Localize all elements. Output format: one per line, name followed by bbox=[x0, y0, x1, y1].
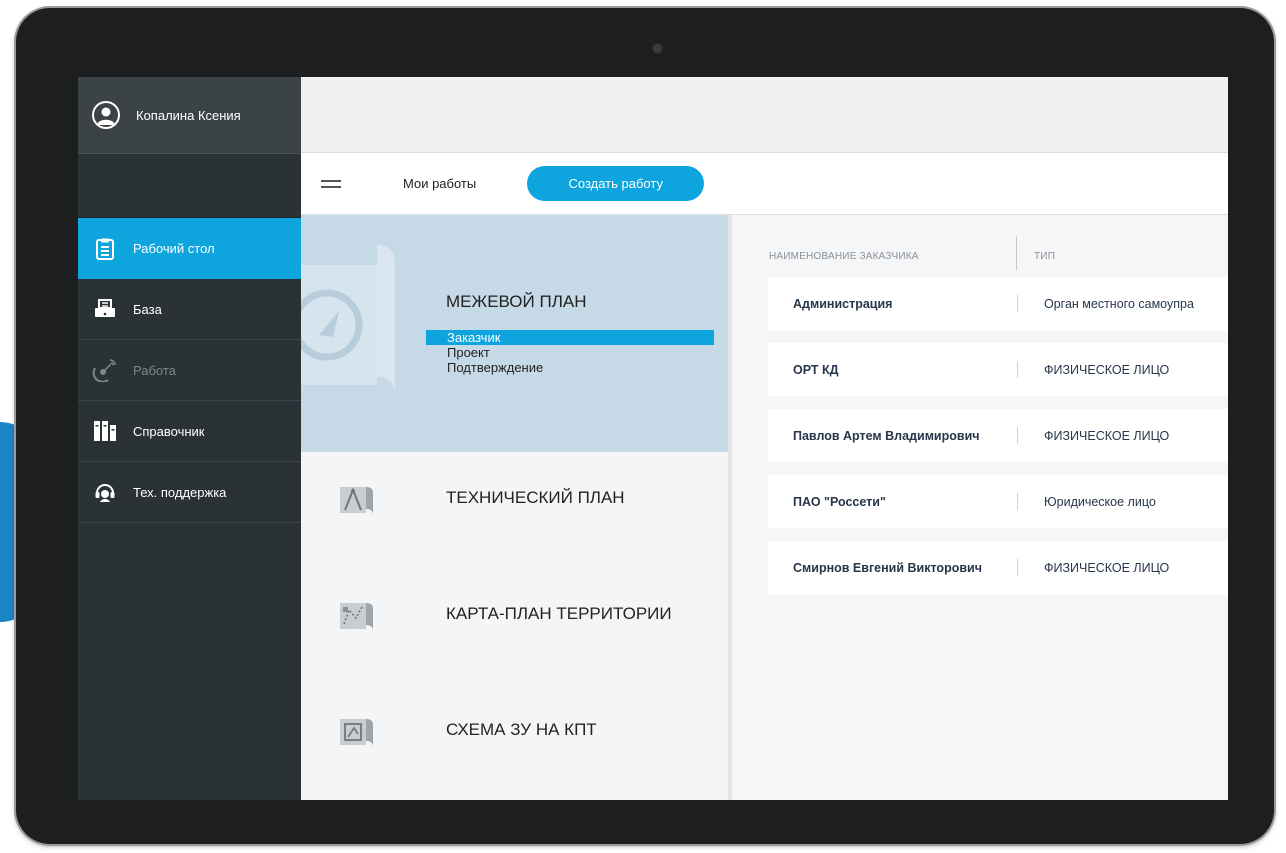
map-icon bbox=[340, 603, 373, 631]
sidebar-item-base[interactable]: База bbox=[78, 279, 301, 340]
customer-type: ФИЗИЧЕСКОЕ ЛИЦО bbox=[1044, 362, 1170, 377]
customer-name: ПАО "Россети" bbox=[793, 494, 886, 509]
plan-title: СХЕМА ЗУ НА КПТ bbox=[446, 720, 597, 739]
user-circle-icon bbox=[92, 101, 120, 129]
sidebar-spacer bbox=[78, 154, 301, 218]
customer-list: Администрация Орган местного самоупра ОР… bbox=[768, 277, 1228, 607]
cell-divider bbox=[1017, 427, 1018, 444]
plan-title: ТЕХНИЧЕСКИЙ ПЛАН bbox=[446, 488, 625, 507]
customer-type: Орган местного самоупра bbox=[1044, 296, 1194, 311]
customer-type: ФИЗИЧЕСКОЕ ЛИЦО bbox=[1044, 428, 1170, 443]
create-work-button[interactable]: Создать работу bbox=[527, 166, 705, 201]
customer-name: Павлов Артем Владимирович bbox=[793, 428, 980, 443]
cell-divider bbox=[1017, 493, 1018, 510]
app-screen: Копалина Ксения Рабочий стол База Работа… bbox=[78, 77, 1228, 800]
plan-title: КАРТА-ПЛАН ТЕРРИТОРИИ bbox=[446, 604, 672, 623]
plan-row-territory-map[interactable]: КАРТА-ПЛАН ТЕРРИТОРИИ bbox=[301, 568, 728, 684]
plan-row-technical[interactable]: ТЕХНИЧЕСКИЙ ПЛАН bbox=[301, 452, 728, 568]
sidebar-item-work[interactable]: Работа bbox=[78, 340, 301, 401]
sidebar-item-desktop[interactable]: Рабочий стол bbox=[78, 218, 301, 279]
step-project[interactable]: Проект bbox=[426, 345, 714, 360]
satellite-icon bbox=[92, 357, 118, 383]
cell-divider bbox=[1017, 361, 1018, 378]
plan-card-boundary[interactable]: МЕЖЕВОЙ ПЛАН Заказчик Проект Подтвержден… bbox=[301, 215, 728, 452]
customer-name: ОРТ КД bbox=[793, 362, 839, 377]
customer-name: Администрация bbox=[793, 296, 893, 311]
plan-row-scheme[interactable]: СХЕМА ЗУ НА КПТ bbox=[301, 684, 728, 800]
cell-divider bbox=[1017, 295, 1018, 312]
plan-title: МЕЖЕВОЙ ПЛАН bbox=[446, 292, 587, 311]
sidebar-item-label: Рабочий стол bbox=[133, 241, 215, 256]
table-row[interactable]: Администрация Орган местного самоупра bbox=[768, 277, 1228, 330]
scheme-icon bbox=[340, 719, 373, 747]
plan-steps: Заказчик Проект Подтверждение bbox=[426, 330, 714, 375]
user-name: Копалина Ксения bbox=[136, 107, 241, 123]
camera-dot bbox=[653, 44, 662, 53]
printer-icon bbox=[92, 296, 118, 322]
table-row[interactable]: Смирнов Евгений Викторович ФИЗИЧЕСКОЕ ЛИ… bbox=[768, 541, 1228, 594]
table-row[interactable]: ОРТ КД ФИЗИЧЕСКОЕ ЛИЦО bbox=[768, 343, 1228, 396]
sidebar-item-label: Работа bbox=[133, 362, 176, 378]
sidebar-item-support[interactable]: Тех. поддержка bbox=[78, 462, 301, 523]
plan-types-panel: МЕЖЕВОЙ ПЛАН Заказчик Проект Подтвержден… bbox=[301, 215, 732, 800]
toolbar: Мои работы Создать работу bbox=[301, 153, 1228, 215]
top-header bbox=[301, 77, 1228, 153]
customer-name: Смирнов Евгений Викторович bbox=[793, 560, 982, 575]
drafting-compass-icon bbox=[340, 487, 373, 515]
column-header-type[interactable]: ТИП bbox=[1034, 251, 1055, 262]
column-divider bbox=[1016, 236, 1017, 270]
sidebar-item-reference[interactable]: Справочник bbox=[78, 401, 301, 462]
customers-panel: НАИМЕНОВАНИЕ ЗАКАЗЧИКА ТИП Администрация… bbox=[732, 215, 1228, 800]
sidebar-item-label: База bbox=[133, 301, 162, 317]
step-customer[interactable]: Заказчик bbox=[426, 330, 714, 345]
column-header-customer[interactable]: НАИМЕНОВАНИЕ ЗАКАЗЧИКА bbox=[769, 251, 919, 262]
table-row[interactable]: ПАО "Россети" Юридическое лицо bbox=[768, 475, 1228, 528]
menu-icon[interactable] bbox=[321, 179, 341, 188]
clipboard-icon bbox=[92, 236, 118, 262]
map-scroll-icon bbox=[301, 245, 395, 395]
books-icon bbox=[92, 418, 118, 444]
customer-type: ФИЗИЧЕСКОЕ ЛИЦО bbox=[1044, 560, 1170, 575]
my-works-link[interactable]: Мои работы bbox=[403, 176, 476, 191]
customer-type: Юридическое лицо bbox=[1044, 494, 1156, 509]
table-row[interactable]: Павлов Артем Владимирович ФИЗИЧЕСКОЕ ЛИЦ… bbox=[768, 409, 1228, 462]
sidebar-item-label: Тех. поддержка bbox=[133, 484, 227, 500]
headset-icon bbox=[92, 479, 118, 505]
user-profile[interactable]: Копалина Ксения bbox=[78, 77, 301, 154]
cell-divider bbox=[1017, 559, 1018, 576]
sidebar: Копалина Ксения Рабочий стол База Работа… bbox=[78, 77, 301, 800]
step-confirmation[interactable]: Подтверждение bbox=[426, 360, 714, 375]
sidebar-item-label: Справочник bbox=[133, 423, 205, 439]
